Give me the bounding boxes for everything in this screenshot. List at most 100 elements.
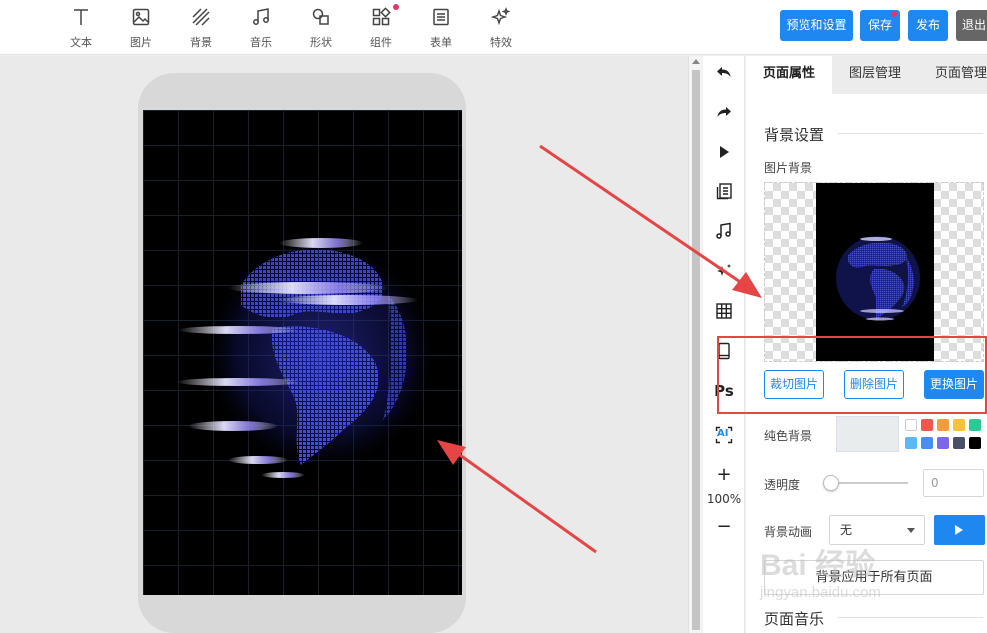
properties-panel: 页面属性 图层管理 页面管理 背景设置 图片背景 裁切图片 删除图片 更换图片 … [746, 56, 987, 633]
tool-label: 音乐 [250, 36, 272, 49]
tool-label: 表单 [430, 36, 452, 49]
apply-to-all-pages-button[interactable]: 背景应用于所有页面 [764, 560, 984, 595]
background-image-preview[interactable] [764, 182, 984, 362]
redo-icon [717, 107, 731, 117]
play-animation-button[interactable] [934, 515, 985, 545]
opacity-slider[interactable] [823, 474, 908, 492]
table-icon [716, 303, 732, 319]
mobile-preview-button[interactable] [711, 338, 737, 364]
play-icon [955, 525, 963, 535]
tool-label: 形状 [310, 36, 332, 49]
tool-background[interactable]: 背景 [181, 4, 221, 50]
side-toolbar: Ps AI + − [703, 56, 745, 633]
ai-label: AI [717, 428, 729, 439]
image-icon [132, 8, 150, 26]
solid-background-label: 纯色背景 [764, 429, 813, 443]
opacity-input[interactable]: 0 [923, 469, 984, 497]
preview-settings-button[interactable]: 预览和设置 [780, 10, 853, 41]
slider-handle[interactable] [823, 475, 839, 491]
tool-shape[interactable]: 形状 [301, 4, 341, 50]
play-icon [720, 146, 729, 158]
delete-image-button[interactable]: 删除图片 [844, 370, 904, 399]
ps-icon: Ps [714, 382, 734, 400]
music-icon [253, 8, 269, 25]
tool-effects[interactable]: 特效 [481, 4, 521, 50]
chevron-down-icon [907, 528, 915, 533]
exit-button[interactable]: 退出 [956, 10, 987, 41]
play-button[interactable] [711, 139, 737, 165]
replace-image-button[interactable]: 更换图片 [924, 370, 984, 399]
unsaved-dot [891, 11, 897, 17]
redo-button[interactable] [711, 99, 737, 125]
panel-tabs: 页面属性 图层管理 页面管理 [746, 56, 987, 94]
color-swatch[interactable] [953, 437, 965, 449]
tool-label: 背景 [190, 36, 212, 49]
tab-page-management[interactable]: 页面管理 [918, 56, 987, 94]
tool-component[interactable]: 组件 [361, 4, 401, 50]
ps-button[interactable]: Ps [711, 378, 737, 404]
zoom-out-button[interactable]: − [711, 514, 737, 540]
ai-button[interactable]: AI [711, 422, 737, 448]
background-section-title: 背景设置 [764, 126, 825, 144]
tool-form[interactable]: 表单 [421, 4, 461, 50]
canvas-scrollbar[interactable] [688, 56, 702, 633]
tool-music[interactable]: 音乐 [241, 4, 281, 50]
color-swatch[interactable] [905, 419, 917, 431]
crop-image-button[interactable]: 裁切图片 [764, 370, 824, 399]
color-swatch[interactable] [953, 419, 965, 431]
music-button[interactable] [711, 218, 737, 244]
form-icon [433, 8, 449, 26]
tool-label: 文本 [70, 36, 92, 49]
save-label: 保存 [867, 18, 892, 32]
color-swatch[interactable] [921, 437, 933, 449]
effects-button[interactable] [711, 258, 737, 284]
zoom-in-button[interactable]: + [711, 462, 737, 488]
color-swatch[interactable] [969, 437, 981, 449]
solid-color-picker[interactable] [836, 416, 899, 452]
text-icon [74, 9, 88, 25]
pages-button[interactable] [711, 178, 737, 204]
color-swatch[interactable] [969, 419, 981, 431]
effects-icon [491, 7, 511, 26]
image-background-label: 图片背景 [764, 161, 813, 175]
background-icon [192, 8, 210, 26]
tool-label: 特效 [490, 36, 512, 49]
background-thumbnail [816, 183, 934, 361]
color-swatch[interactable] [937, 437, 949, 449]
color-swatch[interactable] [937, 419, 949, 431]
section-divider [838, 133, 983, 134]
globe-image [176, 235, 441, 478]
editor-app: 文本 图片 背景 音乐 形状 组件 表单 特效 预览和设置 保存 发布 退出 P… [0, 0, 987, 633]
table-button[interactable] [711, 298, 737, 324]
background-animation-select[interactable]: 无 [829, 515, 925, 545]
tool-label: 组件 [370, 36, 392, 49]
zoom-value: 100% [706, 492, 742, 506]
save-button[interactable]: 保存 [860, 10, 900, 41]
opacity-label: 透明度 [764, 478, 801, 492]
globe-thumbnail-image [836, 236, 920, 321]
tool-image[interactable]: 图片 [121, 4, 161, 50]
tab-page-properties[interactable]: 页面属性 [746, 56, 832, 94]
sparkle-icon [717, 264, 731, 276]
notification-dot [393, 4, 399, 10]
color-swatch[interactable] [905, 437, 917, 449]
publish-button[interactable]: 发布 [908, 10, 948, 41]
background-animation-label: 背景动画 [764, 525, 813, 539]
component-icon [372, 7, 391, 26]
top-toolbar: 文本 图片 背景 音乐 形状 组件 表单 特效 预览和设置 保存 发布 退出 [0, 0, 987, 55]
phone-icon [718, 342, 730, 360]
shape-icon [312, 8, 329, 25]
undo-button[interactable] [711, 59, 737, 85]
animation-selected-value: 无 [840, 523, 853, 537]
tab-layer-management[interactable]: 图层管理 [832, 56, 918, 94]
tool-text[interactable]: 文本 [61, 4, 101, 50]
undo-icon [717, 67, 731, 77]
music-icon [716, 222, 731, 239]
tool-label: 图片 [130, 36, 152, 49]
scrollbar-thumb[interactable] [692, 70, 700, 630]
pages-icon [716, 183, 732, 200]
scroll-up-icon[interactable] [692, 59, 700, 64]
page-music-section-title: 页面音乐 [764, 610, 825, 628]
color-swatch[interactable] [921, 419, 933, 431]
page-canvas[interactable] [143, 110, 462, 595]
